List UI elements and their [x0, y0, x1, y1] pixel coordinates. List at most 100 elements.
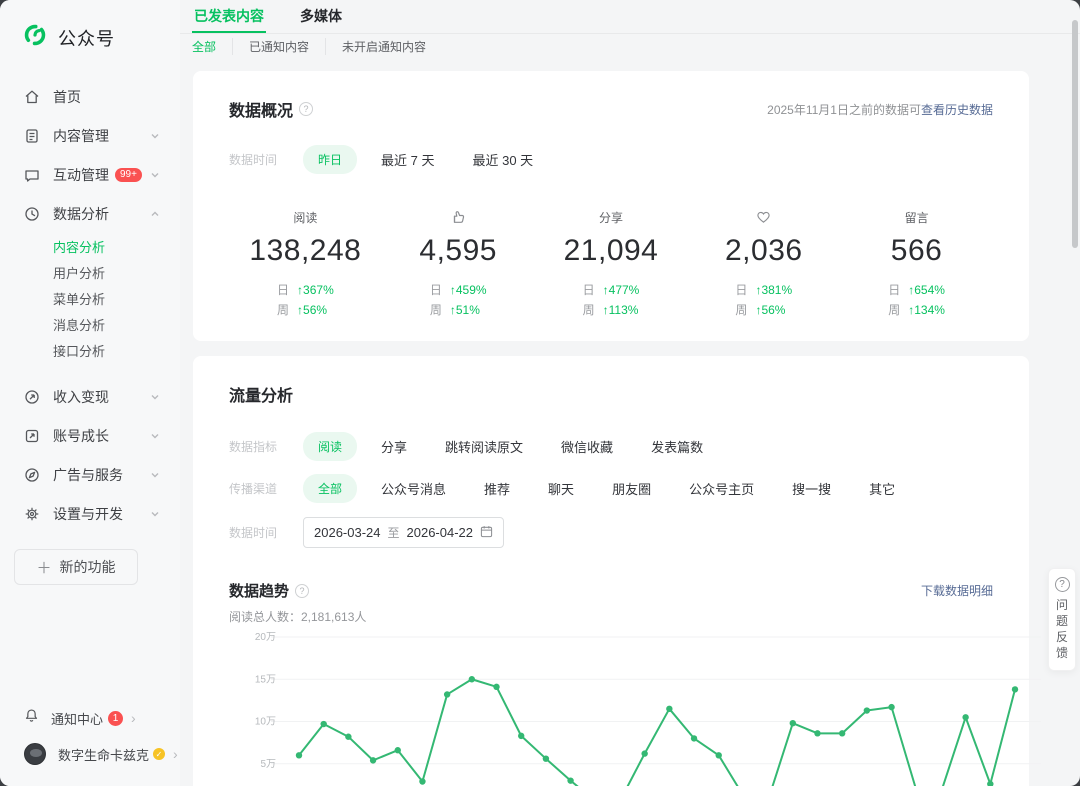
chevron-right-icon: ›	[173, 746, 178, 762]
avatar	[24, 743, 46, 765]
sidebar-item-growth[interactable]: 账号成长	[0, 416, 180, 455]
channel-chat[interactable]: 聊天	[548, 479, 574, 498]
metric-label: 数据指标	[229, 440, 278, 454]
notification-center[interactable]: 通知中心 1 ›	[0, 700, 180, 736]
date-row: 数据时间 2026-03-24 至 2026-04-22	[229, 517, 993, 548]
date-start: 2026-03-24	[314, 525, 381, 540]
home-icon	[24, 89, 40, 105]
app-title: 公众号	[58, 28, 115, 49]
metric-articles[interactable]: 发表篇数	[651, 437, 703, 456]
stat-shares: 分享 21,094 日 ↑477% 周 ↑113%	[563, 210, 659, 318]
date-end: 2026-04-22	[406, 525, 474, 540]
gear-icon	[24, 506, 40, 522]
metric-shares[interactable]: 分享	[381, 437, 407, 456]
download-data-link[interactable]: 下载数据明细	[921, 584, 993, 598]
content-icon	[24, 128, 40, 144]
channel-oa-homepage[interactable]: 公众号主页	[689, 479, 754, 498]
chevron-down-icon	[150, 470, 160, 480]
sidebar-item-home[interactable]: 首页	[0, 77, 180, 116]
sidebar-item-content[interactable]: 内容管理	[0, 116, 180, 155]
analytics-submenu: 内容分析 用户分析 菜单分析 消息分析 接口分析	[0, 233, 180, 369]
metric-original-link[interactable]: 跳转阅读原文	[445, 437, 523, 456]
chevron-down-icon	[150, 509, 160, 519]
top-tabs: 已发表内容 多媒体	[180, 0, 1080, 34]
time-range-label: 数据时间	[229, 153, 278, 167]
new-feature-button[interactable]: ＋ 新的功能	[14, 549, 138, 585]
history-data-link[interactable]: 查看历史数据	[921, 103, 993, 117]
time-option-30days[interactable]: 最近 30 天	[472, 150, 533, 169]
time-option-7days[interactable]: 最近 7 天	[381, 150, 434, 169]
help-icon[interactable]: ?	[295, 583, 310, 598]
account-name: 数字生命卡兹克	[58, 747, 150, 763]
chevron-down-icon	[150, 131, 160, 141]
total-readers: 阅读总人数：2,181,613人	[229, 610, 367, 624]
trend-title: 数据趋势	[229, 583, 290, 600]
stat-wow: 2,036 日 ↑381% 周 ↑56%	[687, 208, 840, 320]
sidebar-item-api-analysis[interactable]: 接口分析	[0, 339, 180, 365]
date-range-picker[interactable]: 2026-03-24 至 2026-04-22	[303, 517, 505, 548]
sidebar-item-analytics[interactable]: 数据分析	[0, 194, 180, 233]
channel-oa-message[interactable]: 公众号消息	[381, 479, 446, 498]
question-mark-icon: ?	[1054, 577, 1070, 592]
like-icon	[450, 208, 466, 226]
metric-favorites[interactable]: 微信收藏	[561, 437, 613, 456]
account-row[interactable]: 数字生命卡兹克 ✓ ›	[0, 736, 180, 772]
sidebar-item-message-analysis[interactable]: 消息分析	[0, 313, 180, 339]
time-option-yesterday[interactable]: 昨日	[303, 145, 358, 174]
trend-header: 数据趋势 ? 下载数据明细	[229, 580, 993, 601]
svg-text:15万: 15万	[255, 674, 276, 685]
overview-title: 数据概况	[229, 103, 294, 120]
sidebar: 公众号 首页 内容管理 互动管理 99+ 数据分析 内容分析 用户分析 菜单分析…	[0, 0, 180, 786]
channel-recommend[interactable]: 推荐	[484, 479, 510, 498]
chevron-down-icon	[150, 431, 160, 441]
date-label: 数据时间	[229, 526, 278, 540]
main-content: 已发表内容 多媒体 全部 已通知内容 未开启通知内容 数据概况 ? 2025年1…	[180, 0, 1080, 786]
tab-multimedia[interactable]: 多媒体	[298, 0, 344, 33]
channel-moments[interactable]: 朋友圈	[612, 479, 651, 498]
metric-reads[interactable]: 阅读	[303, 432, 358, 461]
trend-chart[interactable]: 5万10万15万20万2026-03-242026-03-292026-04-0…	[229, 629, 1041, 786]
chat-icon	[24, 167, 40, 183]
channel-row: 传播渠道 全部 公众号消息 推荐 聊天 朋友圈 公众号主页 搜一搜 其它	[229, 474, 993, 503]
data-overview-card: 数据概况 ? 2025年11月1日之前的数据可查看历史数据 数据时间 昨日 最近…	[193, 71, 1029, 341]
sidebar-item-ads[interactable]: 广告与服务	[0, 455, 180, 494]
tab-published-content[interactable]: 已发表内容	[192, 0, 266, 33]
content-filters: 全部 已通知内容 未开启通知内容	[180, 34, 1080, 58]
chevron-right-icon: ›	[131, 710, 136, 726]
bell-icon	[24, 708, 39, 728]
stat-reads: 阅读 138,248 日 ↑367% 周 ↑56%	[249, 210, 362, 318]
history-note: 2025年11月1日之前的数据可查看历史数据	[767, 102, 993, 117]
help-icon[interactable]: ?	[299, 102, 314, 116]
sidebar-item-settings[interactable]: 设置与开发	[0, 494, 180, 533]
chevron-down-icon	[150, 170, 160, 180]
sidebar-item-revenue[interactable]: 收入变现	[0, 377, 180, 416]
plus-icon: ＋	[36, 559, 52, 577]
chevron-down-icon	[150, 392, 160, 402]
sidebar-item-user-analysis[interactable]: 用户分析	[0, 261, 180, 287]
growth-icon	[24, 428, 40, 444]
sidebar-item-content-analysis[interactable]: 内容分析	[0, 235, 180, 261]
wechat-oa-logo-icon	[22, 22, 48, 53]
date-to-label: 至	[387, 526, 400, 540]
calendar-icon	[480, 525, 493, 541]
svg-text:5万: 5万	[260, 759, 276, 770]
logo: 公众号	[0, 0, 180, 53]
svg-text:20万: 20万	[255, 632, 276, 643]
sidebar-item-menu-analysis[interactable]: 菜单分析	[0, 287, 180, 313]
svg-text:10万: 10万	[255, 717, 276, 728]
filter-all[interactable]: 全部	[192, 38, 232, 55]
channel-search[interactable]: 搜一搜	[792, 479, 831, 498]
stat-likes: 4,595 日 ↑459% 周 ↑51%	[382, 208, 535, 320]
channel-other[interactable]: 其它	[869, 479, 895, 498]
traffic-title: 流量分析	[229, 388, 294, 405]
analytics-icon	[24, 206, 40, 222]
vertical-scrollbar[interactable]	[1072, 20, 1078, 248]
sidebar-item-interaction[interactable]: 互动管理 99+	[0, 155, 180, 194]
filter-notified[interactable]: 已通知内容	[232, 37, 325, 55]
channel-all[interactable]: 全部	[303, 474, 358, 503]
feedback-button[interactable]: ? 问 题 反 馈	[1048, 568, 1076, 671]
chevron-up-icon	[150, 209, 160, 219]
heart-icon	[756, 208, 771, 226]
line-chart-svg: 5万10万15万20万2026-03-242026-03-292026-04-0…	[255, 632, 1041, 786]
filter-not-notified[interactable]: 未开启通知内容	[325, 37, 442, 55]
